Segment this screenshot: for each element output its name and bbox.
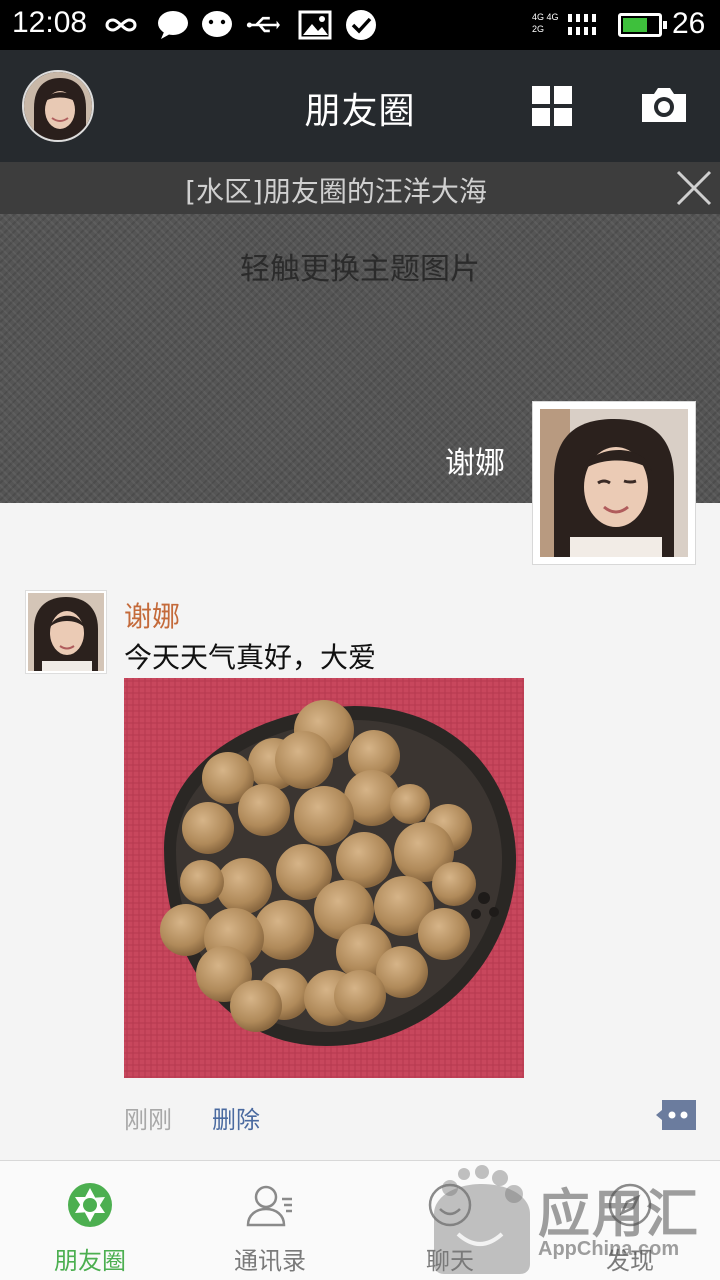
check-circle-icon bbox=[346, 10, 376, 40]
cover-hint: 轻触更换主题图片 bbox=[240, 252, 480, 287]
usb-icon bbox=[246, 16, 280, 33]
grid-icon[interactable] bbox=[532, 86, 572, 126]
cover-user-name: 谢娜 bbox=[445, 446, 505, 481]
nav-item-chat[interactable]: 聊天 bbox=[360, 1161, 540, 1280]
post-time: 刚刚 bbox=[124, 1106, 172, 1134]
battery-text: 26 bbox=[672, 7, 706, 40]
nav-item-moments[interactable]: 朋友圈 bbox=[0, 1161, 180, 1280]
network-bottom-label: 2G bbox=[532, 24, 545, 34]
chat-face-icon bbox=[428, 1183, 472, 1227]
close-icon[interactable] bbox=[674, 168, 714, 208]
post-author-name[interactable]: 谢娜 bbox=[124, 595, 180, 635]
nav-label-discover: 发现 bbox=[606, 1247, 654, 1275]
wechat-icon bbox=[202, 11, 232, 37]
infinity-icon bbox=[105, 18, 137, 32]
chat-bubble-icon bbox=[158, 11, 188, 39]
title-bar: 朋友圈 bbox=[0, 50, 720, 162]
bottom-nav: 朋友圈 通讯录 聊天 发现 bbox=[0, 1160, 720, 1280]
image-icon bbox=[298, 10, 332, 40]
nav-item-discover[interactable]: 发现 bbox=[540, 1161, 720, 1280]
profile-photo-image bbox=[540, 409, 688, 557]
battery-fill bbox=[623, 18, 647, 32]
longan-plate-photo bbox=[124, 678, 524, 1078]
status-time: 12:08 bbox=[12, 6, 88, 39]
moments-shutter-icon bbox=[68, 1183, 112, 1227]
nav-label-chat: 聊天 bbox=[426, 1247, 474, 1275]
group-banner[interactable]: [水区]朋友圈的汪洋大海 bbox=[0, 162, 720, 214]
post-image[interactable] bbox=[124, 678, 524, 1078]
comment-icon[interactable] bbox=[656, 1100, 696, 1130]
delete-link[interactable]: 删除 bbox=[212, 1100, 260, 1135]
nav-label-contacts: 通讯录 bbox=[234, 1247, 306, 1275]
post-author-avatar[interactable] bbox=[25, 590, 107, 674]
network-top-label: 4G 4G bbox=[532, 12, 559, 22]
post-text: 今天天气真好，大爱 bbox=[124, 641, 377, 674]
post-avatar-image bbox=[28, 593, 104, 671]
discover-icon bbox=[608, 1183, 652, 1227]
contacts-icon bbox=[246, 1185, 292, 1227]
signal-icon bbox=[568, 14, 596, 35]
profile-photo[interactable] bbox=[532, 401, 696, 565]
nav-label-moments: 朋友圈 bbox=[54, 1247, 126, 1275]
status-bar: 12:08 4G 4G 2G 26 bbox=[0, 0, 720, 50]
camera-icon[interactable] bbox=[640, 86, 688, 124]
network-indicator: 4G 4G 2G bbox=[532, 11, 559, 35]
page-title: 朋友圈 bbox=[304, 91, 416, 132]
nav-item-contacts[interactable]: 通讯录 bbox=[180, 1161, 360, 1280]
battery-icon bbox=[618, 13, 667, 37]
banner-text: [水区]朋友圈的汪洋大海 bbox=[185, 175, 487, 208]
